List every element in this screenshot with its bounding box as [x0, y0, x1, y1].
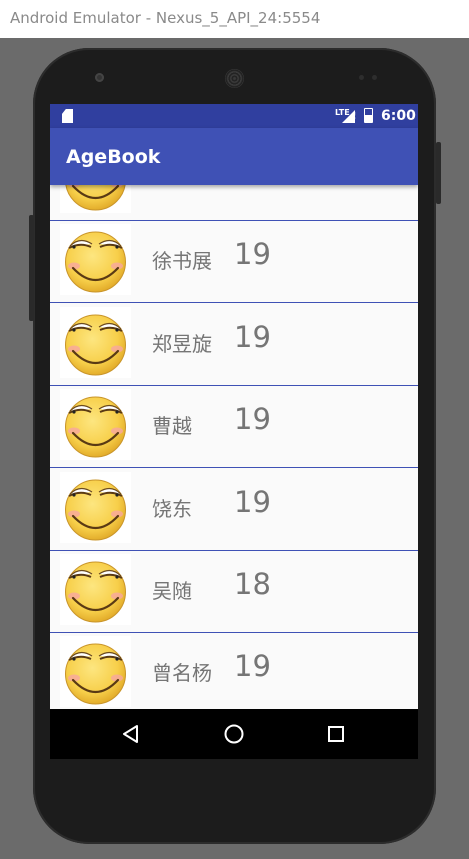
- avatar: [60, 554, 131, 625]
- list-item[interactable]: 徐书展 19: [50, 221, 418, 303]
- front-camera-icon: [95, 73, 104, 82]
- recents-button[interactable]: [321, 719, 351, 749]
- person-age: 18: [234, 567, 271, 601]
- row-divider: [50, 302, 418, 303]
- status-time: 6:00: [381, 108, 416, 124]
- signal-alert-label: !: [352, 111, 357, 122]
- person-age: 19: [234, 402, 271, 436]
- volume-button[interactable]: [29, 215, 34, 321]
- person-name: 徐书展: [152, 249, 212, 273]
- app-title: AgeBook: [66, 146, 161, 168]
- window-title: Android Emulator - Nexus_5_API_24:5554: [10, 9, 321, 27]
- home-icon: [224, 724, 244, 744]
- smiley-icon: [60, 307, 131, 378]
- status-bar: LTE ! 6:00: [50, 104, 418, 128]
- smiley-icon: [60, 185, 131, 213]
- person-age: 19: [234, 649, 271, 683]
- avatar: [60, 307, 131, 378]
- person-age: 19: [234, 485, 271, 519]
- person-name: 郑昱旋: [152, 332, 212, 356]
- list-item[interactable]: 曾名杨 19: [50, 633, 418, 709]
- list-item[interactable]: 吴随 18: [50, 551, 418, 633]
- person-list[interactable]: 徐书展 19 郑昱旋 19 曹越 19 饶东 19 吴随 18 曾名杨 19: [50, 185, 418, 709]
- back-button[interactable]: [116, 719, 146, 749]
- smiley-icon: [60, 554, 131, 625]
- avatar: [60, 472, 131, 543]
- emulator-title-bar: Android Emulator - Nexus_5_API_24:5554: [0, 0, 469, 38]
- avatar: [60, 389, 131, 460]
- list-item[interactable]: 郑昱旋 19: [50, 304, 418, 386]
- person-age: 19: [234, 237, 271, 271]
- battery-icon: [364, 108, 373, 123]
- list-item[interactable]: 曹越 19: [50, 386, 418, 468]
- person-age: 19: [234, 320, 271, 354]
- smiley-icon: [60, 636, 131, 707]
- proximity-sensor-icon: [359, 75, 364, 80]
- sd-card-icon: [62, 109, 73, 123]
- power-button[interactable]: [436, 142, 441, 204]
- home-button[interactable]: [219, 719, 249, 749]
- device-screen: LTE ! 6:00 AgeBook 徐书展 19 郑昱旋 19 曹越 19 饶…: [50, 104, 418, 759]
- navigation-bar: [50, 709, 418, 759]
- list-item[interactable]: [50, 185, 418, 221]
- person-name: 饶东: [152, 497, 192, 521]
- smiley-icon: [60, 389, 131, 460]
- lte-label: LTE: [335, 108, 350, 117]
- person-name: 曹越: [152, 414, 192, 438]
- light-sensor-icon: [372, 75, 377, 80]
- avatar: [60, 185, 131, 213]
- person-name: 吴随: [152, 579, 192, 603]
- row-divider: [50, 467, 418, 468]
- recents-icon: [328, 726, 344, 742]
- smiley-icon: [60, 224, 131, 295]
- back-icon: [123, 725, 138, 743]
- avatar: [60, 224, 131, 295]
- smiley-icon: [60, 472, 131, 543]
- person-name: 曾名杨: [152, 661, 212, 685]
- avatar: [60, 636, 131, 707]
- app-bar: AgeBook: [50, 128, 418, 185]
- earpiece-speaker-icon: [225, 69, 244, 88]
- list-item[interactable]: 饶东 19: [50, 469, 418, 551]
